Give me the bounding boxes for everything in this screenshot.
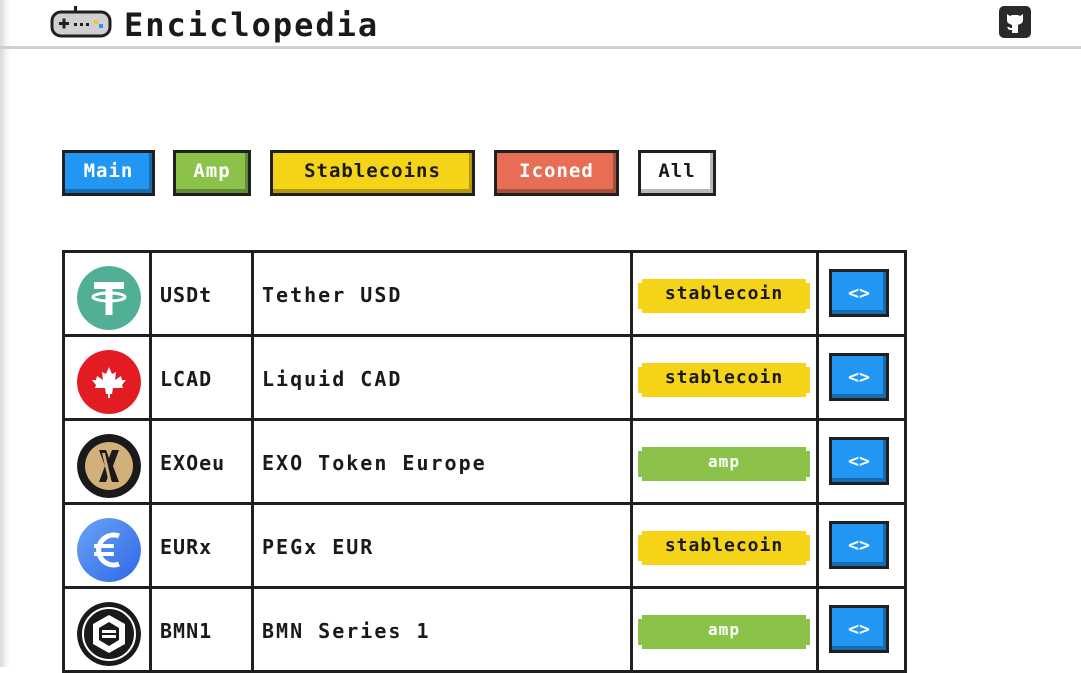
table-row: BMN1 BMN Series 1 amp <>: [62, 589, 907, 673]
view-code-button[interactable]: <>: [829, 521, 889, 569]
tag-cell: amp: [630, 421, 819, 502]
asset-tag-badge: stablecoin: [638, 279, 810, 313]
code-icon: <>: [848, 534, 870, 556]
filter-iconed-label: Iconed: [519, 160, 594, 182]
code-icon: <>: [848, 282, 870, 304]
view-code-button[interactable]: <>: [829, 353, 889, 401]
tag-cell: stablecoin: [630, 253, 819, 334]
asset-tag-label: stablecoin: [664, 534, 784, 556]
filter-amp-button[interactable]: Amp: [173, 150, 251, 196]
icon-cell: [62, 505, 150, 586]
asset-tag-label: stablecoin: [664, 366, 784, 388]
github-icon[interactable]: [998, 5, 1032, 39]
view-code-button[interactable]: <>: [829, 605, 889, 653]
filter-amp-label: Amp: [193, 160, 231, 182]
filter-main-button[interactable]: Main: [62, 150, 155, 196]
action-cell: <>: [816, 589, 907, 670]
action-cell: <>: [816, 253, 907, 334]
table-row: EXOeu EXO Token Europe amp <>: [62, 421, 907, 505]
asset-tag-label: stablecoin: [664, 282, 784, 304]
asset-name: EXO Token Europe: [262, 451, 487, 475]
name-cell: PEGx EUR: [251, 505, 633, 586]
asset-ticker: EURx: [160, 535, 213, 559]
table-row: USDt Tether USD stablecoin <>: [62, 253, 907, 337]
euro-icon: [77, 518, 141, 582]
asset-ticker: USDt: [160, 283, 213, 307]
asset-ticker: BMN1: [160, 619, 213, 643]
ticker-cell: USDt: [149, 253, 252, 334]
asset-tag-badge: stablecoin: [638, 363, 810, 397]
ticker-cell: EXOeu: [149, 421, 252, 502]
code-icon: <>: [848, 366, 870, 388]
name-cell: BMN Series 1: [251, 589, 633, 670]
view-code-button[interactable]: <>: [829, 269, 889, 317]
filter-stablecoins-label: Stablecoins: [304, 160, 441, 182]
asset-tag-badge: amp: [638, 447, 810, 481]
icon-cell: [62, 337, 150, 418]
code-icon: <>: [848, 618, 870, 640]
asset-name: PEGx EUR: [262, 535, 375, 559]
tether-icon: [77, 266, 141, 330]
asset-tag-label: amp: [708, 451, 740, 471]
name-cell: Tether USD: [251, 253, 633, 334]
site-header: Enciclopedia: [0, 0, 1081, 49]
action-cell: <>: [816, 337, 907, 418]
asset-name: Liquid CAD: [262, 367, 403, 391]
filter-all-label: All: [658, 160, 696, 182]
gamepad-icon[interactable]: [50, 6, 112, 38]
action-cell: <>: [816, 505, 907, 586]
filter-main-label: Main: [83, 160, 134, 182]
icon-cell: [62, 421, 150, 502]
icon-cell: [62, 253, 150, 334]
name-cell: Liquid CAD: [251, 337, 633, 418]
asset-name: BMN Series 1: [262, 619, 431, 643]
ticker-cell: EURx: [149, 505, 252, 586]
action-cell: <>: [816, 421, 907, 502]
site-title: Enciclopedia: [124, 6, 380, 44]
code-icon: <>: [848, 450, 870, 472]
bmn-icon: [77, 602, 141, 666]
asset-ticker: LCAD: [160, 367, 213, 391]
asset-table: USDt Tether USD stablecoin <> LCAD Liqui…: [62, 250, 907, 673]
table-row: LCAD Liquid CAD stablecoin <>: [62, 337, 907, 421]
asset-tag-label: amp: [708, 619, 740, 639]
ticker-cell: BMN1: [149, 589, 252, 670]
tag-cell: stablecoin: [630, 505, 819, 586]
tag-cell: amp: [630, 589, 819, 670]
name-cell: EXO Token Europe: [251, 421, 633, 502]
asset-tag-badge: stablecoin: [638, 531, 810, 565]
filter-all-button[interactable]: All: [638, 150, 716, 196]
asset-ticker: EXOeu: [160, 451, 226, 475]
ticker-cell: LCAD: [149, 337, 252, 418]
filter-iconed-button[interactable]: Iconed: [494, 150, 619, 196]
maple-leaf-icon: [77, 350, 141, 414]
view-code-button[interactable]: <>: [829, 437, 889, 485]
page-edge-shadow: [0, 0, 10, 667]
asset-name: Tether USD: [262, 283, 403, 307]
exo-icon: [77, 434, 141, 498]
tag-cell: stablecoin: [630, 337, 819, 418]
filter-stablecoins-button[interactable]: Stablecoins: [270, 150, 475, 196]
table-row: EURx PEGx EUR stablecoin <>: [62, 505, 907, 589]
asset-tag-badge: amp: [638, 615, 810, 649]
icon-cell: [62, 589, 150, 670]
